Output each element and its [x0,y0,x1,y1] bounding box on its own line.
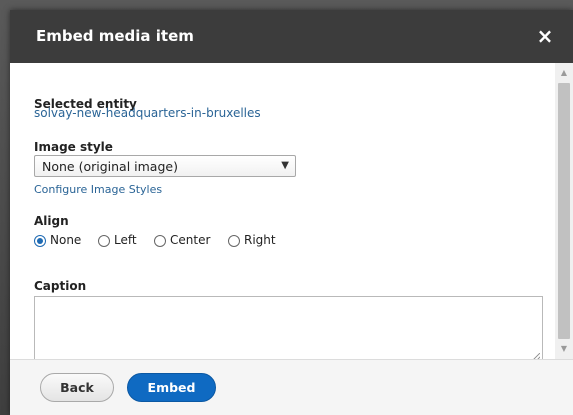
selected-entity-link[interactable]: solvay-new-headquarters-in-bruxelles [34,106,261,120]
image-style-label: Image style [34,140,113,154]
align-label: Align [34,214,69,228]
backdrop-fragment [2,40,6,53]
radio-checked-icon [34,235,46,247]
dialog-titlebar: Embed media item × [10,10,573,63]
caption-label: Caption [34,279,87,293]
radio-unchecked-icon [154,235,166,247]
caption-textarea[interactable] [34,296,543,364]
dialog-title: Embed media item [36,27,194,45]
radio-unchecked-icon [98,235,110,247]
dialog-content: Selected entity solvay-new-headquarters-… [10,63,555,364]
align-radio-label: Left [114,233,137,247]
embed-button[interactable]: Embed [127,373,216,402]
back-button[interactable]: Back [40,373,114,402]
align-radio-label: None [50,233,82,247]
configure-image-styles-link[interactable]: Configure Image Styles [34,183,162,196]
image-style-select[interactable]: None (original image) ▼ [34,155,296,177]
dialog-footer: Back Embed [10,359,573,415]
radio-unchecked-icon [228,235,240,247]
embed-media-dialog: Embed media item × Selected entity solva… [10,10,573,415]
align-radio-label: Right [244,233,276,247]
content-scrollbar[interactable]: ▲ ▼ [555,63,573,359]
image-style-selected-value: None (original image) [42,159,178,174]
scrollbar-thumb[interactable] [558,83,570,339]
close-icon[interactable]: × [534,24,556,48]
align-radio-label: Center [170,233,211,247]
dropdown-arrow-icon: ▼ [281,160,289,171]
scroll-up-icon[interactable]: ▲ [555,65,573,81]
scroll-down-icon[interactable]: ▼ [555,341,573,357]
